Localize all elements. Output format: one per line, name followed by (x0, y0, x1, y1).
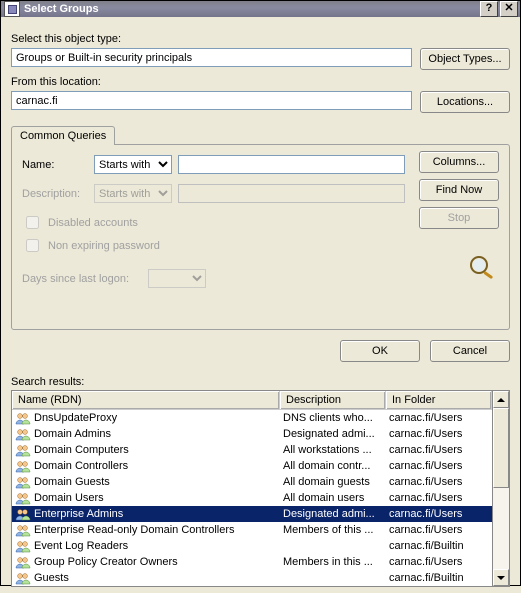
table-row[interactable]: Group Policy Creator Owners Members in th… (12, 554, 492, 570)
table-row[interactable]: Enterprise Admins Designated admi...carna… (12, 506, 492, 522)
row-name: Event Log Readers (34, 540, 128, 552)
non-expiring-label: Non expiring password (48, 240, 160, 252)
results-list[interactable]: Name (RDN) Description In Folder DnsUpda… (11, 390, 493, 587)
row-desc: All domain users (280, 492, 386, 504)
group-icon (15, 507, 31, 521)
object-type-field: Groups or Built-in security principals (11, 48, 412, 67)
group-icon (15, 555, 31, 569)
group-icon (15, 571, 31, 585)
row-desc: All domain contr... (280, 460, 386, 472)
table-row[interactable]: Enterprise Read-only Domain Controllers M… (12, 522, 492, 538)
non-expiring-checkbox (26, 239, 39, 252)
table-row[interactable]: Event Log Readers carnac.fi/Builtin (12, 538, 492, 554)
row-name: Enterprise Admins (34, 508, 123, 520)
table-row[interactable]: Domain Admins Designated admi...carnac.fi… (12, 426, 492, 442)
object-type-label: Select this object type: (11, 33, 510, 45)
row-name: Domain Admins (34, 428, 111, 440)
row-name: Domain Users (34, 492, 104, 504)
table-row[interactable]: Domain Guests All domain guestscarnac.fi/… (12, 474, 492, 490)
scroll-down-button[interactable] (493, 569, 509, 586)
close-button[interactable]: ✕ (500, 1, 518, 17)
row-folder: carnac.fi/Users (386, 524, 492, 536)
ok-button[interactable]: OK (340, 340, 420, 362)
scroll-track[interactable] (493, 408, 509, 569)
select-groups-dialog: Select Groups ? ✕ Select this object typ… (0, 0, 521, 586)
group-icon (15, 443, 31, 457)
results-header[interactable]: Name (RDN) Description In Folder (12, 391, 492, 410)
row-name: Domain Guests (34, 476, 110, 488)
row-name: Enterprise Read-only Domain Controllers (34, 524, 235, 536)
description-label: Description: (22, 188, 88, 200)
name-label: Name: (22, 159, 88, 171)
days-since-select (148, 269, 206, 288)
row-folder: carnac.fi/Users (386, 492, 492, 504)
window-icon (4, 1, 20, 17)
row-folder: carnac.fi/Users (386, 444, 492, 456)
table-row[interactable]: Domain Computers All workstations ...carn… (12, 442, 492, 458)
row-folder: carnac.fi/Users (386, 428, 492, 440)
help-button[interactable]: ? (480, 1, 498, 17)
group-icon (15, 411, 31, 425)
group-icon (15, 539, 31, 553)
results-scrollbar[interactable] (493, 390, 510, 587)
row-name: Guests (34, 572, 69, 584)
row-desc: Members of this ... (280, 524, 386, 536)
description-input (178, 184, 405, 203)
columns-button[interactable]: Columns... (419, 151, 499, 173)
results-header-desc[interactable]: Description (280, 391, 386, 409)
disabled-accounts-label: Disabled accounts (48, 217, 138, 229)
group-icon (15, 427, 31, 441)
object-types-button[interactable]: Object Types... (420, 48, 510, 70)
row-name: Domain Computers (34, 444, 129, 456)
table-row[interactable]: Domain Users All domain userscarnac.fi/Us… (12, 490, 492, 506)
name-input[interactable] (178, 155, 405, 174)
group-icon (15, 491, 31, 505)
row-desc: All domain guests (280, 476, 386, 488)
days-since-label: Days since last logon: (22, 273, 142, 285)
tab-common-queries[interactable]: Common Queries (11, 126, 115, 145)
cancel-button[interactable]: Cancel (430, 340, 510, 362)
row-folder: carnac.fi/Builtin (386, 572, 492, 584)
common-queries-panel: Name: Starts with Description: Starts wi… (11, 144, 510, 330)
group-icon (15, 523, 31, 537)
location-field: carnac.fi (11, 91, 412, 110)
group-icon (15, 459, 31, 473)
name-op-select[interactable]: Starts with (94, 155, 172, 174)
results-header-name[interactable]: Name (RDN) (12, 391, 280, 409)
row-name: Group Policy Creator Owners (34, 556, 178, 568)
find-now-button[interactable]: Find Now (419, 179, 499, 201)
row-desc: Designated admi... (280, 428, 386, 440)
row-folder: carnac.fi/Users (386, 476, 492, 488)
row-folder: carnac.fi/Users (386, 556, 492, 568)
row-desc: All workstations ... (280, 444, 386, 456)
row-desc: Members in this ... (280, 556, 386, 568)
disabled-accounts-checkbox (26, 216, 39, 229)
group-icon (15, 475, 31, 489)
stop-button: Stop (419, 207, 499, 229)
row-name: DnsUpdateProxy (34, 412, 117, 424)
table-row[interactable]: DnsUpdateProxy DNS clients who...carnac.f… (12, 410, 492, 426)
locations-button[interactable]: Locations... (420, 91, 510, 113)
results-header-folder[interactable]: In Folder (386, 391, 492, 409)
titlebar[interactable]: Select Groups ? ✕ (1, 1, 520, 17)
row-desc: DNS clients who... (280, 412, 386, 424)
row-folder: carnac.fi/Builtin (386, 540, 492, 552)
row-folder: carnac.fi/Users (386, 508, 492, 520)
row-folder: carnac.fi/Users (386, 412, 492, 424)
row-folder: carnac.fi/Users (386, 460, 492, 472)
description-op-select: Starts with (94, 184, 172, 203)
scroll-thumb[interactable] (493, 408, 509, 488)
location-label: From this location: (11, 76, 510, 88)
row-name: Domain Controllers (34, 460, 128, 472)
search-results-label: Search results: (11, 376, 510, 388)
scroll-up-button[interactable] (493, 391, 509, 408)
table-row[interactable]: Guests carnac.fi/Builtin (12, 570, 492, 586)
row-desc: Designated admi... (280, 508, 386, 520)
table-row[interactable]: Domain Controllers All domain contr...car… (12, 458, 492, 474)
search-icon (465, 253, 499, 281)
window-title: Select Groups (24, 3, 480, 15)
